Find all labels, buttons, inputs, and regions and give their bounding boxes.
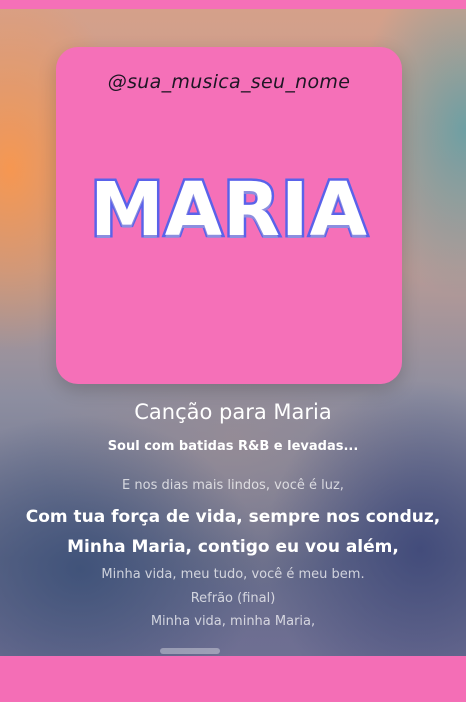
lyric-line[interactable]: E nos dias mais lindos, você é luz,	[0, 478, 466, 493]
faded-lyric-fragment	[160, 648, 220, 654]
cover-title-text: MARIA	[88, 165, 370, 256]
lyric-line[interactable]: Refrão (final)	[0, 591, 466, 606]
lyric-line-active[interactable]: Minha Maria, contigo eu vou além,	[0, 537, 466, 557]
song-subtitle: Soul com batidas R&B e levadas...	[107, 439, 359, 454]
top-pink-strip	[0, 0, 466, 9]
lyric-line[interactable]: Minha vida, meu tudo, você é meu bem.	[0, 567, 466, 582]
album-cover[interactable]: @sua_musica_seu_nome MARIA	[56, 47, 402, 384]
lyric-line-active[interactable]: Com tua força de vida, sempre nos conduz…	[0, 507, 466, 527]
cover-handle-text: @sua_musica_seu_nome	[107, 71, 351, 93]
lyric-line[interactable]: Minha vida, minha Maria,	[0, 614, 466, 629]
bottom-pink-strip	[0, 656, 466, 702]
song-title: Canção para Maria	[134, 400, 332, 424]
